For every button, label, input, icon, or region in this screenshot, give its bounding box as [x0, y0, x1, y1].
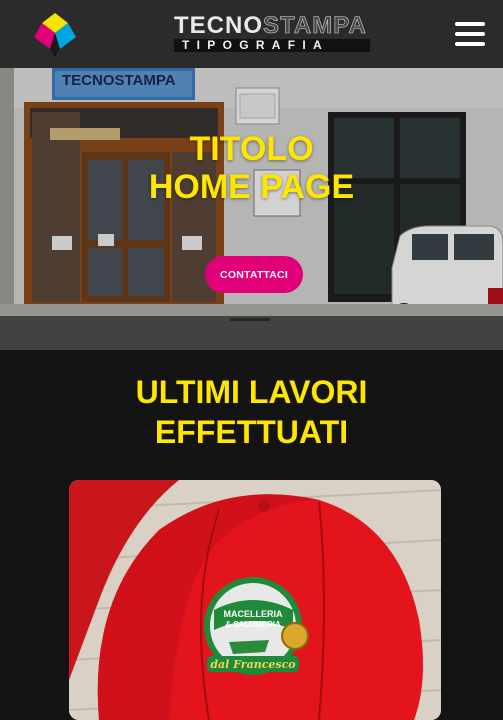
- menu-bar: [455, 22, 485, 26]
- hamburger-menu-icon[interactable]: [455, 22, 485, 46]
- contact-button[interactable]: CONTATTACI: [205, 256, 303, 293]
- hero-title-line1: TITOLO: [189, 130, 314, 168]
- badge-text-line1: MACELLERIA: [224, 609, 283, 619]
- recent-works-heading-line1: ULTIMI LAVORI: [135, 374, 368, 410]
- hero-title-line2: HOME PAGE: [148, 168, 355, 206]
- work-item-card[interactable]: MACELLERIA & SALUMERIA dal Francesco: [69, 480, 441, 720]
- brand-logo[interactable]: TECNOSTAMPA TIPOGRAFIA: [174, 12, 374, 52]
- recent-works-heading: ULTIMI LAVORI EFFETTUATI: [0, 372, 503, 452]
- cmyk-cube-logo-icon[interactable]: [30, 11, 80, 59]
- hero-title: TITOLO HOME PAGE: [0, 130, 503, 206]
- recent-works-heading-line2: EFFETTUATI: [154, 414, 349, 450]
- badge-caption: dal Francesco: [210, 658, 295, 671]
- badge-text-line2: & SALUMERIA: [225, 620, 281, 629]
- site-header: TECNOSTAMPA TIPOGRAFIA: [0, 0, 503, 68]
- menu-bar: [455, 42, 485, 46]
- hero-banner: TECNOSTAMPA: [0, 68, 503, 350]
- red-cap-photo: MACELLERIA & SALUMERIA dal Francesco: [69, 480, 441, 720]
- brand-name-part1: TECNO: [174, 12, 263, 39]
- menu-bar: [455, 32, 485, 36]
- shop-front-photo: TECNOSTAMPA: [0, 68, 503, 350]
- brand-name-part2: STAMPA: [263, 12, 367, 39]
- brand-subtitle: TIPOGRAFIA: [174, 39, 370, 52]
